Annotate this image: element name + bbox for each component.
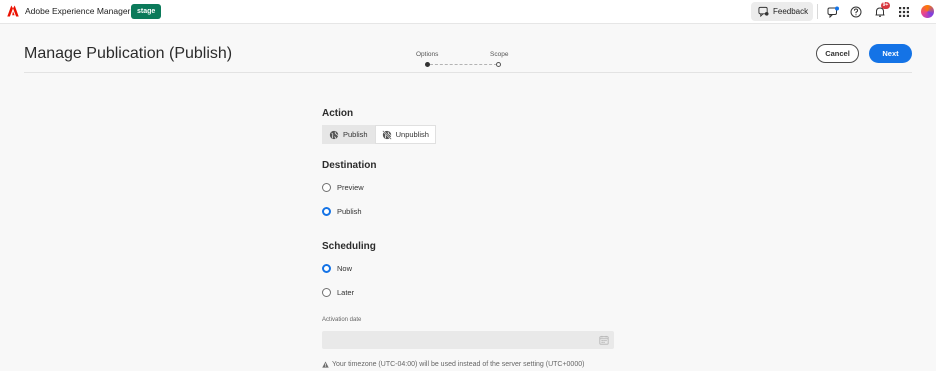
- publish-action-button[interactable]: Publish: [322, 125, 375, 144]
- scheduling-later-option[interactable]: Later: [322, 288, 354, 297]
- announcements-icon[interactable]: [826, 5, 839, 18]
- feedback-label: Feedback: [773, 7, 809, 16]
- scheduling-now-label: Now: [337, 264, 353, 273]
- scheduling-heading: Scheduling: [322, 241, 376, 252]
- environment-badge: stage: [131, 4, 162, 19]
- scheduling-later-label: Later: [337, 288, 355, 297]
- user-avatar[interactable]: [921, 5, 934, 18]
- globe-icon: [329, 130, 339, 139]
- scheduling-now-radio[interactable]: [322, 264, 331, 273]
- action-heading: Action: [322, 108, 354, 119]
- notification-count-badge: 9+: [881, 2, 890, 9]
- header-divider: [24, 72, 912, 73]
- feedback-icon: [758, 6, 769, 17]
- destination-heading: Destination: [322, 160, 377, 171]
- stepper-connector: [430, 64, 497, 65]
- globe-strike-icon: [381, 129, 392, 140]
- adobe-logo-icon[interactable]: [7, 5, 19, 17]
- action-button-group: Publish Unpublish: [322, 125, 436, 144]
- destination-publish-option[interactable]: Publish: [322, 207, 362, 216]
- publish-action-label: Publish: [343, 130, 368, 139]
- step-label-options: Options: [416, 51, 439, 58]
- page-title: Manage Publication (Publish): [24, 45, 233, 62]
- step-label-scope: Scope: [490, 51, 509, 58]
- apps-grid-icon[interactable]: [897, 5, 910, 18]
- toolbar-divider: [817, 4, 818, 19]
- destination-preview-radio[interactable]: [322, 183, 331, 192]
- destination-preview-option[interactable]: Preview: [322, 183, 364, 192]
- activation-date-label: Activation date: [322, 317, 362, 323]
- app-name[interactable]: Adobe Experience Manager: [25, 6, 130, 16]
- unpublish-action-label: Unpublish: [395, 130, 429, 139]
- activation-date-field: [322, 331, 614, 349]
- calendar-icon: [599, 335, 609, 345]
- top-bar: Adobe Experience Manager stage Feedback …: [0, 0, 936, 24]
- help-icon[interactable]: [849, 5, 862, 18]
- feedback-button[interactable]: Feedback: [751, 2, 813, 21]
- alert-icon: [322, 361, 329, 368]
- timezone-note-text: Your timezone (UTC-04:00) will be used i…: [332, 361, 585, 368]
- step-marker-options: [425, 62, 430, 67]
- scheduling-now-option[interactable]: Now: [322, 264, 352, 273]
- destination-publish-label: Publish: [337, 207, 362, 216]
- step-marker-scope: [496, 62, 501, 67]
- unpublish-action-button[interactable]: Unpublish: [374, 125, 436, 144]
- cancel-button[interactable]: Cancel: [816, 44, 859, 63]
- scheduling-later-radio[interactable]: [322, 288, 331, 297]
- destination-preview-label: Preview: [337, 183, 364, 192]
- timezone-note: Your timezone (UTC-04:00) will be used i…: [322, 361, 584, 368]
- next-button[interactable]: Next: [869, 44, 912, 63]
- destination-publish-radio[interactable]: [322, 207, 331, 216]
